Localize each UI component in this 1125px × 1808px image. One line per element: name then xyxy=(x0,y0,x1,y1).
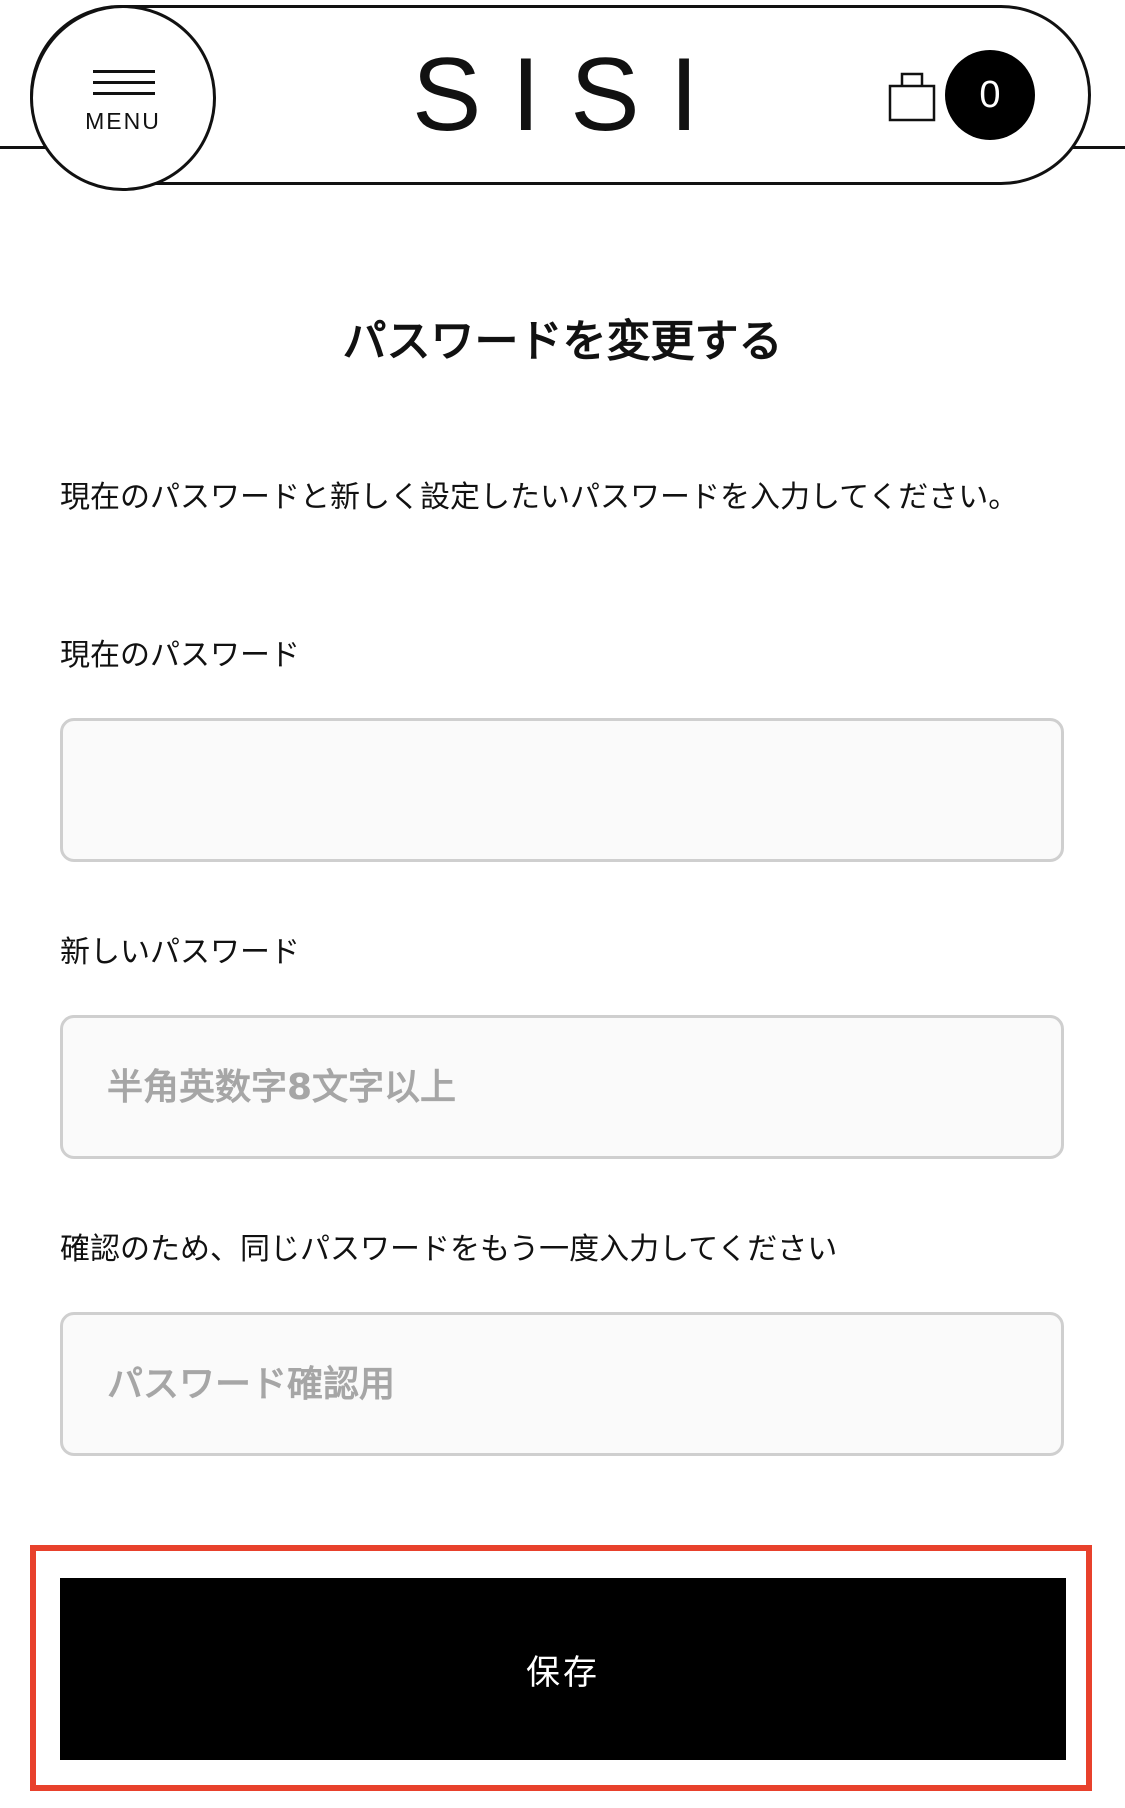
new-password-input[interactable] xyxy=(60,1015,1064,1159)
current-password-input[interactable] xyxy=(60,718,1064,862)
shopping-bag-icon[interactable] xyxy=(888,70,936,122)
current-password-label: 現在のパスワード xyxy=(60,638,300,673)
menu-icon xyxy=(93,70,155,96)
menu-button[interactable]: MENU xyxy=(30,5,216,191)
new-password-label: 新しいパスワード xyxy=(60,935,300,970)
confirm-password-input[interactable] xyxy=(60,1312,1064,1456)
intro-text: 現在のパスワードと新しく設定したいパスワードを入力してください。 xyxy=(60,480,1019,515)
page-title: パスワードを変更する xyxy=(342,316,783,367)
cart-count-badge[interactable]: 0 xyxy=(945,50,1035,140)
save-button[interactable]: 保存 xyxy=(60,1578,1066,1760)
logo[interactable]: SISI xyxy=(412,40,712,150)
confirm-password-label: 確認のため、同じパスワードをもう一度入力してください xyxy=(60,1232,838,1267)
menu-label: MENU xyxy=(85,108,161,134)
